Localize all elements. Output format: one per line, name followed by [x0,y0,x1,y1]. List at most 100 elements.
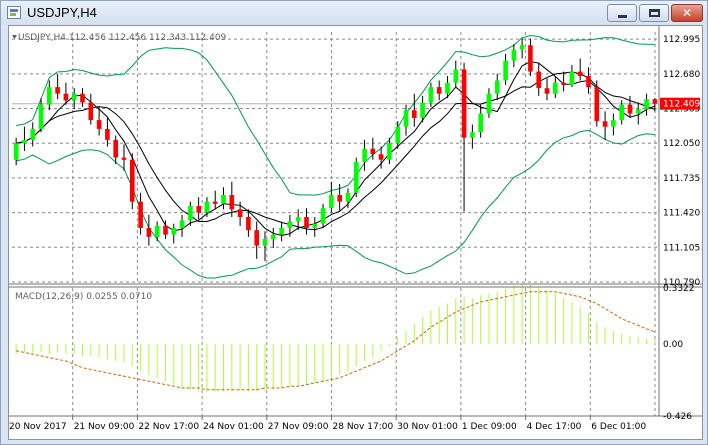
maximize-icon [649,9,660,17]
bullish-candle [387,143,392,160]
bullish-candle [569,71,575,85]
bearish-candle [212,201,218,204]
chart-frame [9,26,702,420]
bearish-candle [55,87,60,94]
bullish-candle [478,113,483,133]
bearish-candle [80,93,85,103]
bullish-candle [486,93,492,114]
grid-lines [12,32,659,416]
time-tick-label: 28 Nov 17:00 [333,422,394,432]
bullish-candle [188,206,193,221]
bullish-candle [221,195,226,204]
bullish-candle [519,45,525,50]
bullish-candle [619,104,624,121]
bearish-candle [63,93,69,101]
price-tick-label: 111.105 [663,243,700,253]
bollinger-upper-line [16,34,655,196]
macd-tick-label: 0.3322 [663,284,695,294]
bearish-candle [105,128,110,140]
bearish-candle [88,102,94,121]
bullish-candle [287,221,293,228]
bullish-candle [179,220,185,228]
price-chart-svg[interactable]: 112.995112.680112.365112.050111.735111.4… [9,26,702,439]
time-tick-label: 4 Dec 17:00 [527,422,582,432]
time-tick-label: 30 Nov 01:00 [397,422,458,432]
bearish-candle [461,69,467,138]
bullish-candle [354,162,359,193]
bearish-candle [121,157,127,160]
bullish-candle [495,80,500,94]
bearish-candle [378,154,384,160]
bullish-candle [345,192,351,202]
bearish-candle [337,195,342,202]
bullish-candle [362,148,367,162]
bullish-candle [611,120,616,127]
price-tick-label: 112.995 [663,35,700,45]
bullish-candle [329,195,334,209]
bullish-candle [30,128,36,140]
window-title: USDJPY,H4 [27,5,97,20]
title-bar[interactable]: USDJPY,H4 ✕ [1,1,707,25]
bullish-candle [204,201,210,213]
time-tick-label: 6 Dec 01:00 [591,422,646,432]
bullish-candle [470,132,475,138]
bearish-candle [304,217,309,228]
bullish-candle [47,87,52,105]
bearish-candle [561,82,566,85]
minimize-icon [618,15,627,18]
chart-area[interactable]: 112.995112.680112.365112.050111.735111.4… [8,25,703,440]
bullish-candle [395,126,400,144]
bullish-candle [262,239,268,246]
bearish-candle [652,99,658,104]
bullish-candle [312,223,318,228]
bearish-candle [237,209,243,217]
bullish-candle [171,228,177,235]
dropdown-triangle-icon [12,35,17,39]
bullish-candle [553,82,558,94]
bearish-candle [544,88,550,94]
time-tick-label: 1 Dec 09:00 [462,422,517,432]
bearish-candle [163,225,168,235]
bullish-candle [420,102,425,118]
macd-signal-line [15,291,656,391]
price-tick-label: 111.735 [663,174,700,184]
price-tick-label: 112.680 [663,70,700,80]
macd-panel-header: MACD(12,26,9) 0.0255 0.0710 [15,292,152,302]
bearish-candle [594,87,600,122]
candles [13,38,658,262]
macd-tick-label: -0.426 [663,412,692,422]
bullish-candle [403,110,409,127]
bullish-candle [38,104,44,129]
bullish-candle [22,139,27,144]
time-tick-label: 24 Nov 01:00 [203,422,264,432]
bollinger-bands [15,34,655,279]
bearish-candle [246,217,251,231]
bearish-candle [412,110,417,118]
moving-averages [16,60,656,237]
bullish-candle [636,109,641,114]
bullish-candle [13,143,19,160]
time-tick-label: 21 Nov 09:00 [74,422,135,432]
bearish-candle [627,104,633,114]
bullish-candle [453,69,459,83]
bearish-candle [146,228,152,237]
close-button[interactable]: ✕ [671,4,703,22]
bullish-candle [511,49,517,61]
fast-moving-average-line [16,60,656,237]
price-panel-header: USDJPY,H4 112.456 112.456 112.343 112.40… [18,33,227,43]
minimize-button[interactable] [607,4,637,22]
slow-moving-average-line [16,71,656,231]
bullish-candle [503,60,508,81]
bearish-candle [436,87,442,94]
time-tick-label: 22 Nov 17:00 [138,422,199,432]
macd-tick-label: 0.00 [663,340,683,350]
bullish-candle [644,99,649,110]
bullish-candle [295,217,301,222]
chart-window: USDJPY,H4 ✕ 112.995112.680112.365112.050… [0,0,708,445]
bearish-candle [602,121,608,127]
chart-window-icon[interactable] [7,6,21,19]
bearish-candle [96,120,102,129]
bollinger-lower-line [15,129,655,279]
maximize-button[interactable] [639,4,669,22]
bearish-candle [536,71,541,89]
